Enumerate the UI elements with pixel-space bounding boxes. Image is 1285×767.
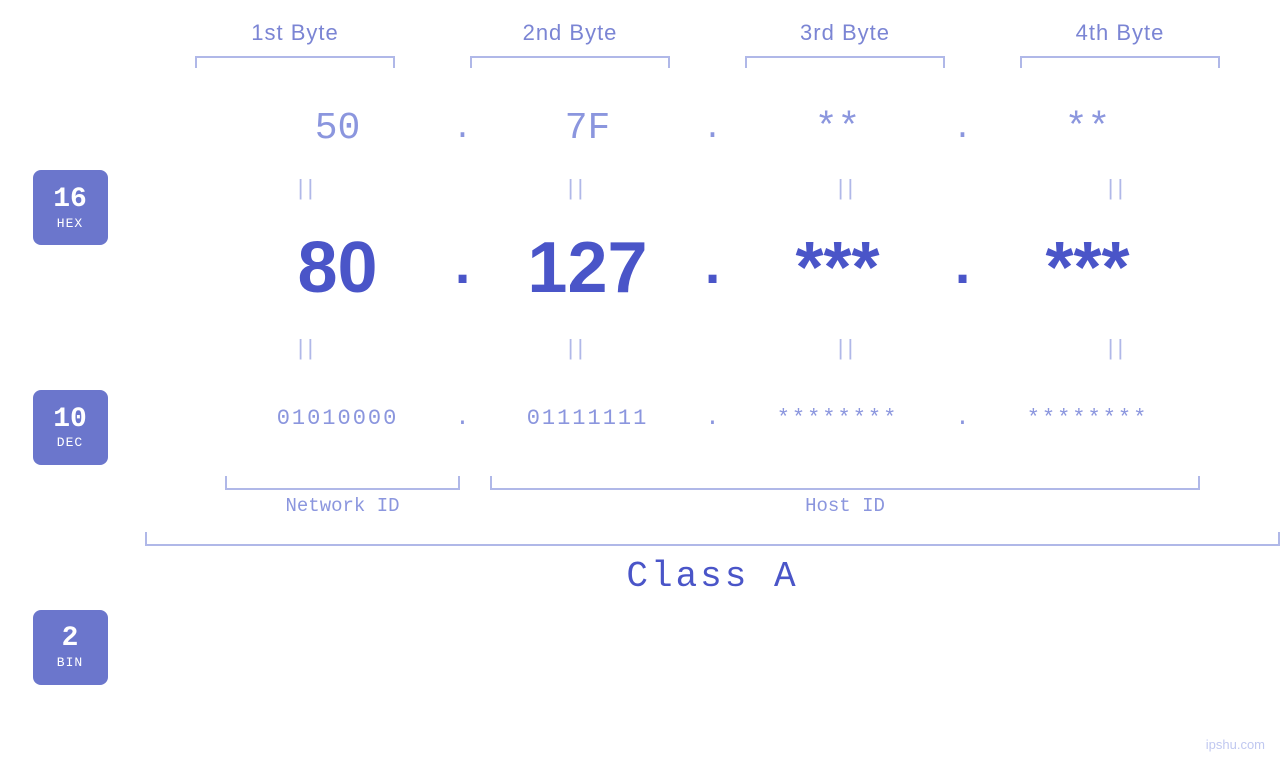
hex-val2: 7F [478, 107, 698, 150]
network-bracket [225, 476, 460, 490]
hex-val1: 50 [228, 107, 448, 150]
badges-column: 16 HEX 10 DEC 2 BIN [0, 88, 140, 767]
hex-val4: ** [978, 107, 1198, 150]
main-container: 1st Byte 2nd Byte 3rd Byte 4th Byte 16 H… [0, 0, 1285, 767]
dec-val1: 80 [228, 227, 448, 309]
bin-val4: ******** [978, 406, 1198, 431]
dec-badge-label: DEC [57, 435, 83, 450]
hex-badge-number: 16 [53, 185, 87, 216]
byte3-header: 3rd Byte [735, 20, 955, 46]
bin-val1: 01010000 [228, 406, 448, 431]
dec-badge: 10 DEC [33, 390, 108, 465]
top-brackets [158, 56, 1258, 68]
byte-headers: 1st Byte 2nd Byte 3rd Byte 4th Byte [158, 20, 1258, 46]
dec-val4: *** [978, 227, 1198, 309]
host-bracket [490, 476, 1200, 490]
byte2-header: 2nd Byte [460, 20, 680, 46]
hex-badge: 16 HEX [33, 170, 108, 245]
bottom-bracket-area: Network ID Host ID [140, 476, 1285, 517]
bin-val2: 01111111 [478, 406, 698, 431]
network-id-label: Network ID [225, 495, 460, 517]
bin-badge: 2 BIN [33, 610, 108, 685]
bracket-labels: Network ID Host ID [140, 495, 1285, 517]
equals-row-2: || || || || [140, 328, 1285, 368]
bracket-byte4 [1020, 56, 1220, 68]
bin-val3: ******** [728, 406, 948, 431]
class-bracket [145, 532, 1280, 546]
dec-badge-number: 10 [53, 405, 87, 436]
bin-badge-label: BIN [57, 655, 83, 670]
dec-row: 80 . 127 . *** . *** [140, 208, 1285, 328]
dec-val2: 127 [478, 227, 698, 309]
bracket-byte2 [470, 56, 670, 68]
equals-row-1: || || || || [140, 168, 1285, 208]
byte4-header: 4th Byte [1010, 20, 1230, 46]
byte1-header: 1st Byte [185, 20, 405, 46]
rows-column: 50 . 7F . ** . ** || || || [140, 88, 1285, 767]
dec-val3: *** [728, 227, 948, 309]
hex-badge-label: HEX [57, 216, 83, 231]
host-id-label: Host ID [490, 495, 1200, 517]
bin-row: 01010000 . 01111111 . ******** . *******… [140, 368, 1285, 468]
class-label: Class A [140, 556, 1285, 597]
hex-val3: ** [728, 107, 948, 150]
bottom-brackets [140, 476, 1285, 490]
content-area: 16 HEX 10 DEC 2 BIN 50 . 7F . ** [0, 88, 1285, 767]
bracket-byte3 [745, 56, 945, 68]
watermark: ipshu.com [1206, 737, 1265, 752]
bin-badge-number: 2 [62, 624, 79, 655]
hex-row: 50 . 7F . ** . ** [140, 88, 1285, 168]
bracket-byte1 [195, 56, 395, 68]
